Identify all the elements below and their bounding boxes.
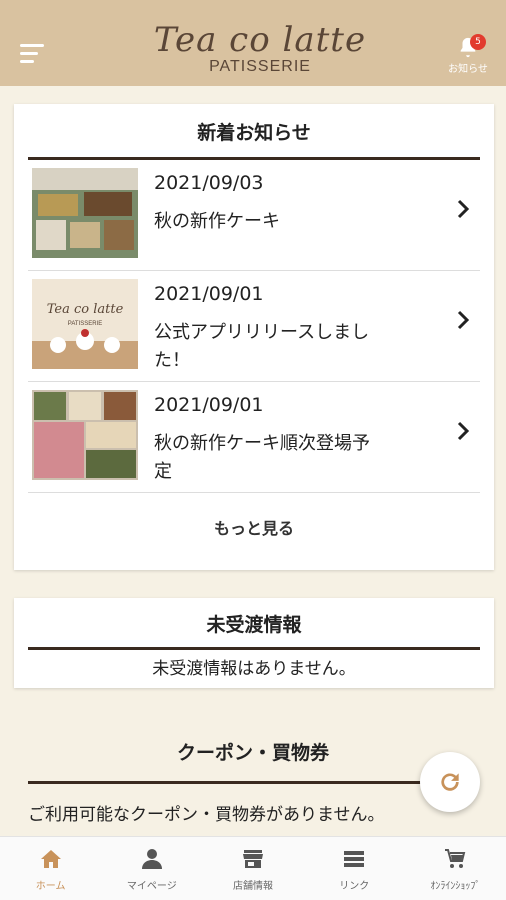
notice-label: お知らせ <box>448 64 488 75</box>
news-item[interactable]: 2021/09/03 秋の新作ケーキ <box>28 160 480 271</box>
refresh-icon <box>441 773 459 791</box>
chevron-right-icon <box>457 421 470 441</box>
brand-logo: Tea co latte PATISSERIE <box>145 18 375 84</box>
news-card: 新着お知らせ 2021/09/03 秋の新作ケーキ Tea co latte P <box>14 104 494 570</box>
svg-text:PATISSERIE: PATISSERIE <box>68 321 102 327</box>
news-thumbnail: Tea co latte PATISSERIE <box>32 279 138 369</box>
menu-icon[interactable] <box>20 44 44 64</box>
news-thumbnail <box>32 168 138 258</box>
untaken-title: 未受渡情報 <box>28 598 480 650</box>
news-text: 秋の新作ケーキ <box>154 211 280 232</box>
tab-label: リンク <box>339 881 370 892</box>
news-item[interactable]: Tea co latte PATISSERIE 2021/09/01 公式アプリ… <box>28 271 480 382</box>
list-icon <box>344 851 365 867</box>
person-icon <box>141 849 162 869</box>
tab-mypage[interactable]: マイページ <box>101 837 202 900</box>
news-title: 新着お知らせ <box>28 104 480 160</box>
tab-links[interactable]: リンク <box>304 837 405 900</box>
bottom-tab-bar: ホーム マイページ 店舗情報 リンク ｵﾝﾗｲﾝｼｮｯﾌﾟ <box>0 836 506 900</box>
tab-label: ｵﾝﾗｲﾝｼｮｯﾌﾟ <box>430 881 481 892</box>
notice-badge: 5 <box>470 34 486 50</box>
untaken-card: 未受渡情報 未受渡情報はありません。 <box>14 598 494 688</box>
news-text: 秋の新作ケーキ順次登場予定 <box>154 433 370 482</box>
news-date: 2021/09/01 <box>154 283 264 305</box>
news-text: 公式アプリリリースしました！ <box>154 322 370 371</box>
untaken-message: 未受渡情報はありません。 <box>152 659 356 679</box>
coupon-title: クーポン・買物券 <box>28 738 478 784</box>
tab-label: 店舗情報 <box>233 881 273 892</box>
chevron-right-icon <box>457 310 470 330</box>
news-date: 2021/09/01 <box>154 394 264 416</box>
news-item[interactable]: 2021/09/01 秋の新作ケーキ順次登場予定 <box>28 382 480 493</box>
app-header: Tea co latte PATISSERIE 5 お知らせ <box>0 0 506 86</box>
coupon-message: ご利用可能なクーポン・買物券がありません。 <box>28 805 385 825</box>
store-icon <box>243 850 263 868</box>
tab-label: ホーム <box>35 881 66 892</box>
cart-icon <box>445 849 466 868</box>
news-date: 2021/09/03 <box>154 172 264 194</box>
refresh-button[interactable] <box>420 752 480 812</box>
notice-button[interactable]: 5 お知らせ <box>440 34 496 80</box>
news-thumbnail <box>32 390 138 480</box>
chevron-right-icon <box>457 199 470 219</box>
tab-home[interactable]: ホーム <box>0 837 101 900</box>
tab-label: マイページ <box>126 881 177 892</box>
svg-text:Tea co latte: Tea co latte <box>47 302 124 317</box>
more-link[interactable]: もっと見る <box>14 493 494 539</box>
logo-script: Tea co latte <box>153 20 367 60</box>
home-icon <box>40 850 61 868</box>
tab-store-info[interactable]: 店舗情報 <box>202 837 303 900</box>
tab-online-shop[interactable]: ｵﾝﾗｲﾝｼｮｯﾌﾟ <box>405 837 506 900</box>
